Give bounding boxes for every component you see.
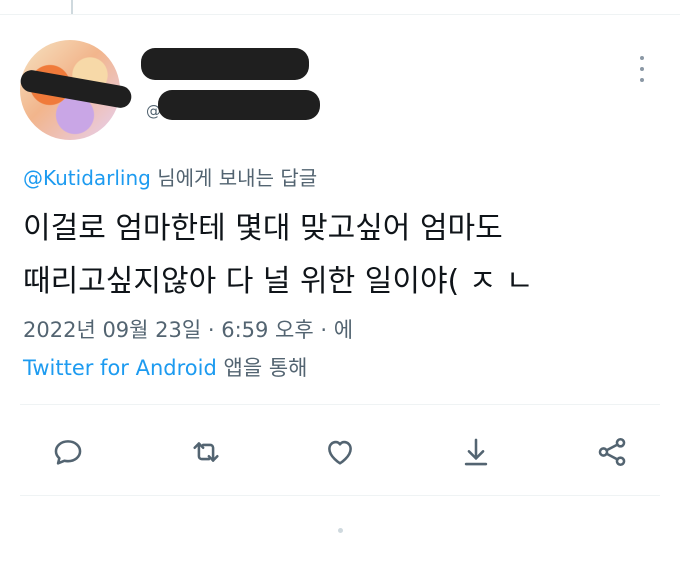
- reply-context-suffix: 님에게 보내는 답글: [157, 166, 318, 190]
- like-icon: [328, 440, 352, 465]
- download-icon: [464, 438, 488, 466]
- tweet-text: 이걸로 엄마한테 몇대 맞고싶어 엄마도 때리고싶지않아 다 널 위한 일이야(…: [23, 202, 663, 308]
- tweet-text-line: 이걸로 엄마한테 몇대 맞고싶어 엄마도: [23, 211, 503, 246]
- divider: [20, 495, 660, 496]
- divider: [20, 404, 660, 405]
- reply-button[interactable]: [48, 432, 88, 472]
- more-options-icon[interactable]: [634, 56, 650, 82]
- redacted-display-name: [141, 48, 309, 80]
- tweet-timestamp[interactable]: 2022년 09월 23일 · 6:59 오후 · 에: [23, 314, 353, 344]
- share-icon: [598, 437, 626, 467]
- tweet-source: Twitter for Android 앱을 통해: [23, 352, 307, 382]
- reply-context: @Kutidarling 님에게 보내는 답글: [23, 162, 317, 191]
- like-button[interactable]: [320, 432, 360, 472]
- share-button[interactable]: [592, 432, 632, 472]
- download-button[interactable]: [456, 432, 496, 472]
- source-app-link[interactable]: Twitter for Android: [23, 356, 217, 380]
- top-divider: [0, 14, 680, 15]
- retweet-button[interactable]: [186, 432, 226, 472]
- retweet-icon: [193, 442, 219, 462]
- redacted-username: [158, 90, 320, 120]
- mention-link[interactable]: @Kutidarling: [23, 166, 151, 190]
- thread-connector-line: [71, 0, 73, 14]
- reply-icon: [54, 440, 82, 465]
- scroll-indicator-dot: [338, 528, 343, 533]
- source-suffix: 앱을 통해: [223, 356, 308, 380]
- tweet-text-line: 때리고싶지않아 다 널 위한 일이야( ㅈ ㄴ: [23, 264, 534, 299]
